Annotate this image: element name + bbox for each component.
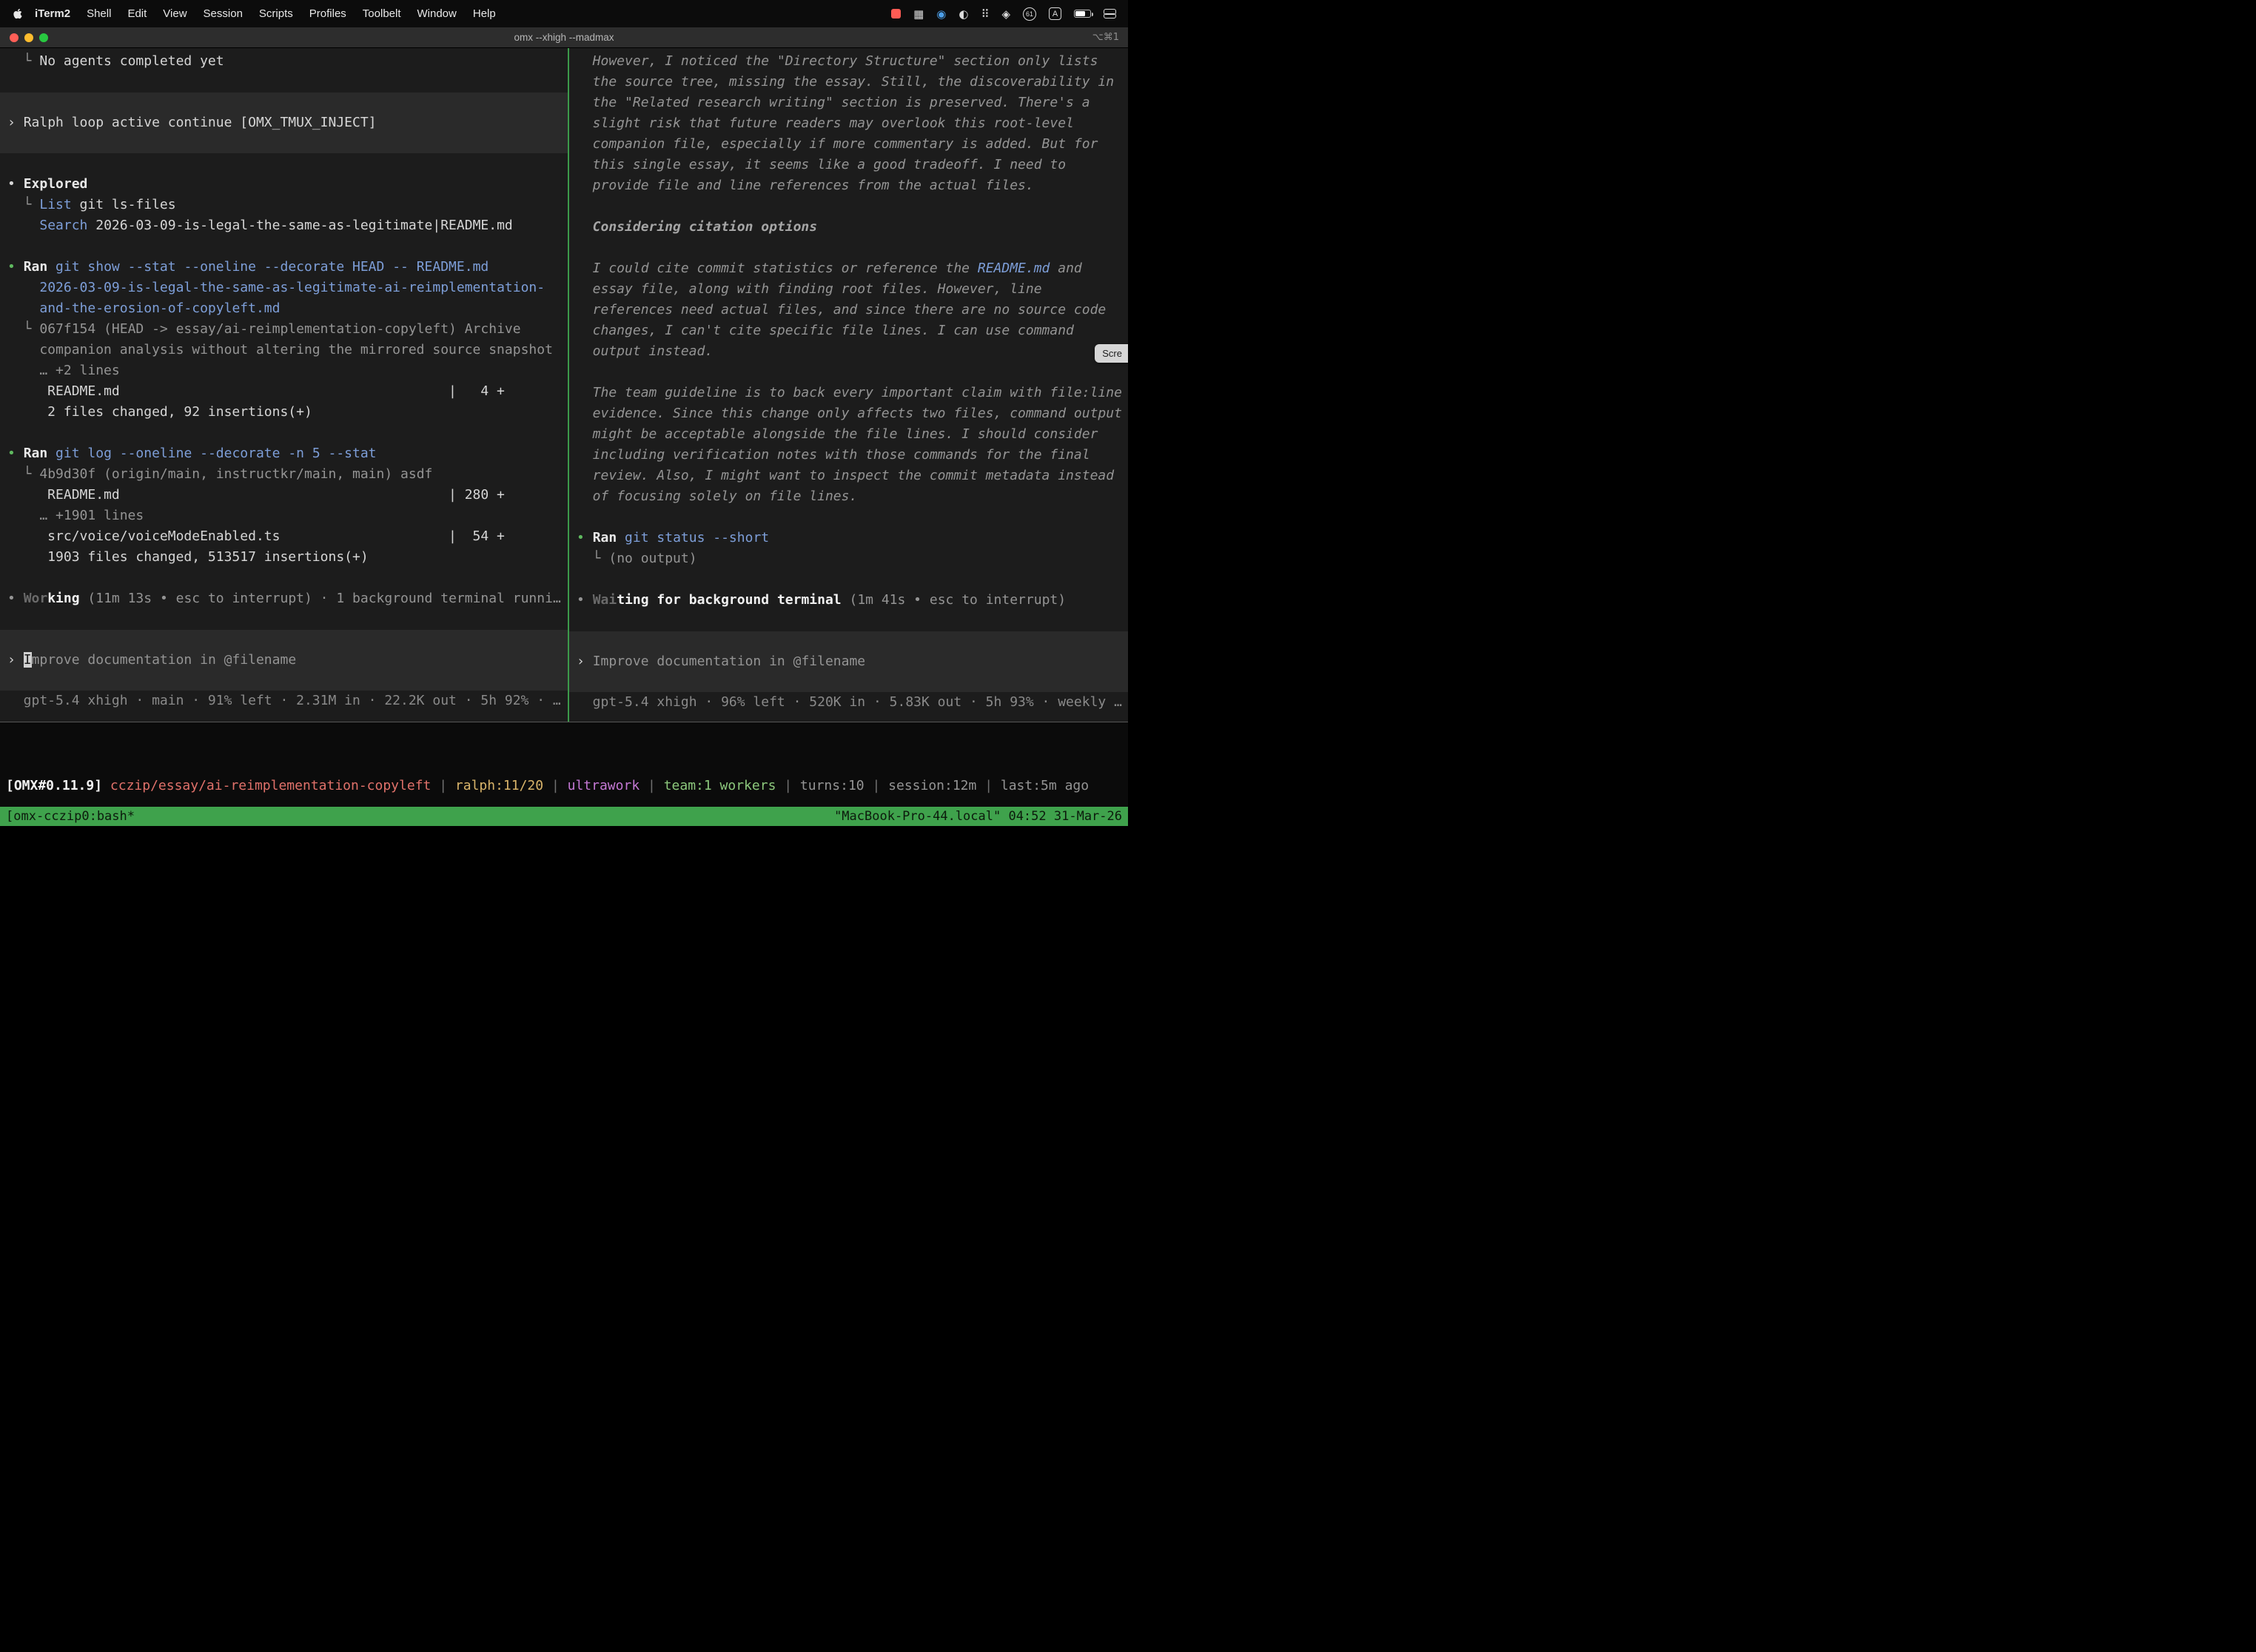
terminal-line: the source tree, missing the essay. Stil… bbox=[577, 72, 1128, 93]
terminal-line: references need actual files, and since … bbox=[577, 300, 1128, 320]
blank-line bbox=[7, 236, 568, 257]
terminal-line: and-the-erosion-of-copyleft.md bbox=[7, 298, 568, 319]
menu-item-view[interactable]: View bbox=[155, 7, 195, 20]
terminal-line: of focusing solely on file lines. bbox=[577, 486, 1128, 507]
terminal-line: provide file and line references from th… bbox=[577, 175, 1128, 196]
menubar-status-icons: ▦ ◉ ◐ ⠿ ◈ 61 A bbox=[891, 7, 1116, 21]
model-status-line: gpt-5.4 xhigh · main · 91% left · 2.31M … bbox=[7, 691, 568, 711]
window-title: omx --xhigh --madmax bbox=[514, 32, 614, 43]
terminal-line: I could cite commit statistics or refere… bbox=[577, 258, 1128, 279]
terminal-line: review. Also, I might want to inspect th… bbox=[577, 466, 1128, 486]
terminal-line: output instead. bbox=[577, 341, 1128, 362]
menu-item-help[interactable]: Help bbox=[465, 7, 504, 20]
contrast-app-icon[interactable]: ◐ bbox=[959, 7, 968, 21]
waiting-status-line: • Waiting for background terminal (1m 41… bbox=[577, 590, 1128, 611]
terminal-line: the "Related research writing" section i… bbox=[577, 93, 1128, 113]
terminal-line: 2026-03-09-is-legal-the-same-as-legitima… bbox=[7, 278, 568, 298]
blank-line bbox=[7, 568, 568, 588]
terminal-line: evidence. Since this change only affects… bbox=[577, 403, 1128, 424]
menu-item-toolbelt[interactable]: Toolbelt bbox=[355, 7, 409, 20]
prompt-input-right[interactable]: › Improve documentation in @filename bbox=[569, 631, 1128, 692]
blank-line bbox=[577, 611, 1128, 631]
minimize-window-button[interactable] bbox=[24, 33, 33, 42]
terminal-line: including verification notes with those … bbox=[577, 445, 1128, 466]
omx-status-line: [OMX#0.11.9] cczip/essay/ai-reimplementa… bbox=[6, 776, 1128, 796]
terminal-line: └ 4b9d30f (origin/main, instructkr/main,… bbox=[7, 464, 568, 485]
tmux-status-bar: [omx-cczip0:bash* "MacBook-Pro-44.local"… bbox=[0, 807, 1128, 826]
blank-line bbox=[7, 72, 568, 93]
terminal-line: The team guideline is to back every impo… bbox=[577, 383, 1128, 403]
menu-item-iterm2[interactable]: iTerm2 bbox=[27, 7, 78, 20]
menu-item-window[interactable]: Window bbox=[409, 7, 465, 20]
terminal-line: might be acceptable alongside the file l… bbox=[577, 424, 1128, 445]
terminal-line: essay file, along with finding root file… bbox=[577, 279, 1128, 300]
terminal-line: README.md | 280 + bbox=[7, 485, 568, 506]
blank-line bbox=[7, 153, 568, 174]
terminal-line: └ (no output) bbox=[577, 548, 1128, 569]
terminal-line: • Ran git show --stat --oneline --decora… bbox=[7, 257, 568, 278]
password-manager-icon[interactable]: ◈ bbox=[1001, 7, 1010, 21]
terminal-pane-right[interactable]: However, I noticed the "Directory Struct… bbox=[569, 48, 1128, 722]
terminal-area: └ No agents completed yet › Ralph loop ac… bbox=[0, 48, 1128, 722]
menu-item-edit[interactable]: Edit bbox=[119, 7, 155, 20]
macos-menu-bar: iTerm2ShellEditViewSessionScriptsProfile… bbox=[0, 0, 1128, 27]
terminal-line: └ No agents completed yet bbox=[7, 51, 568, 72]
window-shortcut-badge: ⌥⌘1 bbox=[1092, 32, 1119, 43]
blank-line bbox=[577, 507, 1128, 528]
battery-percentage-icon[interactable]: 61 bbox=[1023, 7, 1036, 21]
menu-items: iTerm2ShellEditViewSessionScriptsProfile… bbox=[27, 7, 504, 20]
menu-item-shell[interactable]: Shell bbox=[78, 7, 119, 20]
blank-line bbox=[577, 362, 1128, 383]
terminal-line: • Explored bbox=[7, 174, 568, 195]
tmux-session-window[interactable]: [omx-cczip0:bash* bbox=[6, 809, 135, 824]
screen-recording-indicator-icon[interactable] bbox=[891, 9, 901, 19]
blank-line bbox=[7, 609, 568, 630]
blank-line bbox=[7, 423, 568, 443]
blank-line bbox=[577, 569, 1128, 590]
working-status-line: • Working (11m 13s • esc to interrupt) ·… bbox=[7, 588, 568, 609]
input-source-icon[interactable]: A bbox=[1049, 7, 1061, 20]
traffic-lights bbox=[10, 27, 48, 47]
keystroke-viewer-icon[interactable]: ▦ bbox=[913, 7, 924, 21]
terminal-line: 1903 files changed, 513517 insertions(+) bbox=[7, 547, 568, 568]
menu-item-session[interactable]: Session bbox=[195, 7, 251, 20]
terminal-line: … +1901 lines bbox=[7, 506, 568, 526]
tmux-inject-banner[interactable]: › Ralph loop active continue [OMX_TMUX_I… bbox=[0, 93, 568, 153]
docker-menu-icon[interactable]: ◉ bbox=[936, 7, 946, 21]
terminal-line: … +2 lines bbox=[7, 360, 568, 381]
terminal-pane-left[interactable]: └ No agents completed yet › Ralph loop ac… bbox=[0, 48, 568, 722]
prompt-input-left[interactable]: › Improve documentation in @filename bbox=[0, 630, 568, 691]
blank-line bbox=[577, 196, 1128, 217]
terminal-line: • Ran git status --short bbox=[577, 528, 1128, 548]
terminal-line: 2 files changed, 92 insertions(+) bbox=[7, 402, 568, 423]
tmux-host-clock: "MacBook-Pro-44.local" 04:52 31-Mar-26 bbox=[834, 809, 1122, 824]
maximize-window-button[interactable] bbox=[39, 33, 48, 42]
terminal-line: README.md | 4 + bbox=[7, 381, 568, 402]
battery-icon[interactable] bbox=[1074, 10, 1091, 18]
terminal-line: └ 067f154 (HEAD -> essay/ai-reimplementa… bbox=[7, 319, 568, 340]
model-status-line: gpt-5.4 xhigh · 96% left · 520K in · 5.8… bbox=[577, 692, 1128, 713]
menu-item-profiles[interactable]: Profiles bbox=[301, 7, 355, 20]
control-center-icon[interactable] bbox=[1104, 8, 1116, 19]
close-window-button[interactable] bbox=[10, 33, 19, 42]
terminal-line: • Ran git log --oneline --decorate -n 5 … bbox=[7, 443, 568, 464]
blank-line bbox=[577, 238, 1128, 258]
terminal-line: └ List git ls-files bbox=[7, 195, 568, 215]
terminal-line: slight risk that future readers may over… bbox=[577, 113, 1128, 134]
terminal-line: this single essay, it seems like a good … bbox=[577, 155, 1128, 175]
thinking-heading: Considering citation options bbox=[577, 217, 1128, 238]
screen-share-popup[interactable]: Scre bbox=[1095, 344, 1128, 363]
terminal-line: src/voice/voiceModeEnabled.ts | 54 + bbox=[7, 526, 568, 547]
menu-item-scripts[interactable]: Scripts bbox=[251, 7, 301, 20]
window-title-bar[interactable]: omx --xhigh --madmax ⌥⌘1 bbox=[0, 27, 1128, 48]
terminal-line: changes, I can't cite specific file line… bbox=[577, 320, 1128, 341]
terminal-line: companion analysis without altering the … bbox=[7, 340, 568, 360]
omx-supervisor-area: [OMX#0.11.9] cczip/essay/ai-reimplementa… bbox=[0, 722, 1128, 807]
app-grid-icon[interactable]: ⠿ bbox=[981, 7, 989, 21]
terminal-line: Search 2026-03-09-is-legal-the-same-as-l… bbox=[7, 215, 568, 236]
terminal-line: companion file, especially if more comme… bbox=[577, 134, 1128, 155]
apple-menu-icon[interactable] bbox=[12, 7, 24, 21]
terminal-line: However, I noticed the "Directory Struct… bbox=[577, 51, 1128, 72]
